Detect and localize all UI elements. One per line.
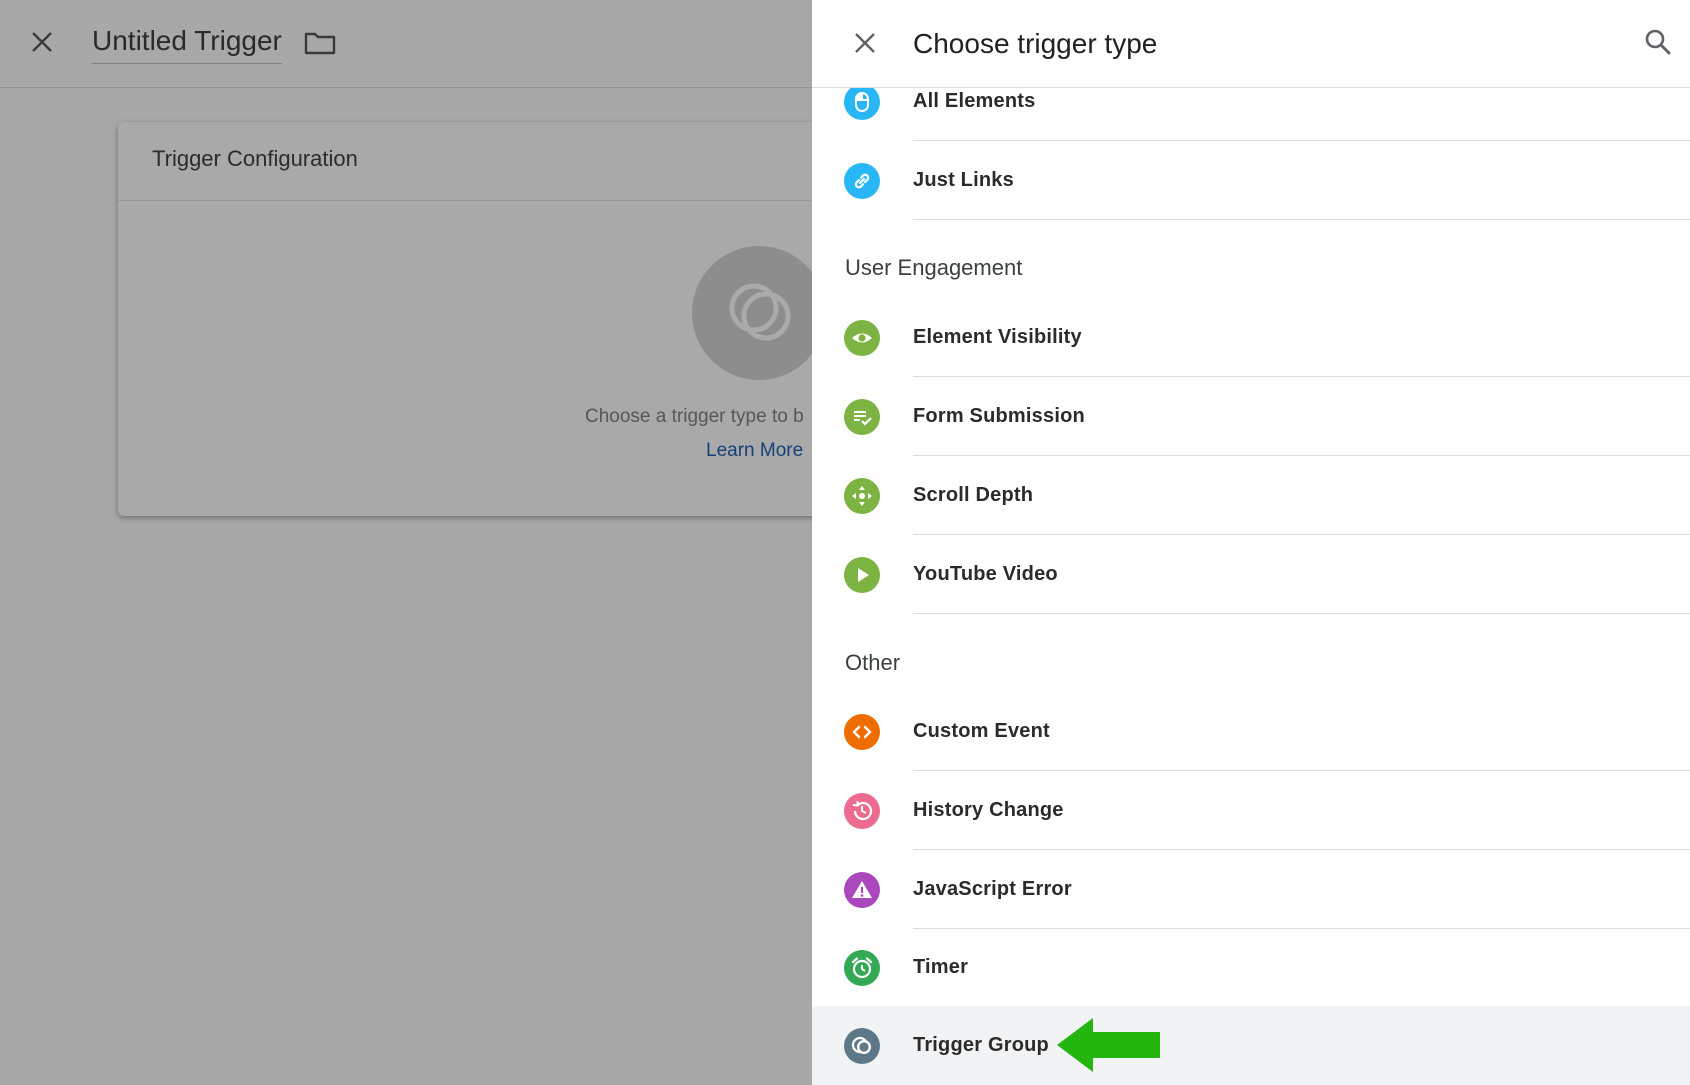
trigger-configuration-card[interactable]: Trigger Configuration Choose a trigger t… (118, 122, 838, 516)
config-divider (118, 200, 838, 201)
trigger-type-label: Timer (913, 956, 969, 978)
folder-icon[interactable] (303, 28, 337, 58)
green-arrow-annotation (1057, 1018, 1160, 1072)
trigger-type-custom-event[interactable]: Custom Event (812, 692, 1690, 771)
trigger-type-label: Element Visibility (913, 326, 1082, 348)
config-title: Trigger Configuration (152, 146, 358, 171)
item-divider (913, 613, 1690, 614)
trigger-type-trigger-group[interactable]: Trigger Group (812, 1006, 1690, 1085)
trigger-type-label: JavaScript Error (913, 878, 1072, 900)
editor-header: Untitled Trigger (0, 0, 812, 88)
trigger-editor-backdrop: Untitled Trigger Trigger Configuration C… (0, 0, 838, 1085)
trigger-type-label: History Change (913, 799, 1064, 821)
scroll-arrows-icon (844, 478, 880, 514)
trigger-type-label: Scroll Depth (913, 484, 1034, 506)
item-divider (913, 219, 1690, 220)
trigger-type-just-links[interactable]: Just Links (812, 141, 1690, 220)
section-other: Other (845, 650, 901, 675)
search-icon[interactable] (1642, 26, 1674, 58)
choose-trigger-type-panel: Choose trigger type All Elements Just Li… (812, 0, 1690, 1085)
trigger-type-label: Just Links (913, 169, 1014, 191)
trigger-type-javascript-error[interactable]: JavaScript Error (812, 850, 1690, 929)
mouse-icon (844, 84, 880, 120)
form-check-icon (844, 399, 880, 435)
trigger-type-label: All Elements (913, 90, 1036, 112)
close-editor-icon[interactable] (24, 24, 60, 60)
eye-icon (844, 320, 880, 356)
warning-icon (844, 872, 880, 908)
play-icon (844, 557, 880, 593)
alarm-icon (844, 950, 880, 986)
section-user-engagement: User Engagement (845, 255, 1023, 280)
trigger-type-form-submission[interactable]: Form Submission (812, 377, 1690, 456)
trigger-type-label: Form Submission (913, 405, 1085, 427)
panel-header: Choose trigger type (812, 0, 1690, 88)
code-icon (844, 714, 880, 750)
learn-more-link[interactable]: Learn More (706, 440, 803, 462)
trigger-name-input[interactable]: Untitled Trigger (92, 25, 282, 64)
history-icon (844, 793, 880, 829)
trigger-placeholder-icon[interactable] (692, 246, 826, 380)
trigger-type-label: Custom Event (913, 720, 1050, 742)
link-icon (844, 163, 880, 199)
trigger-type-timer[interactable]: Timer (812, 928, 1690, 1007)
close-panel-icon[interactable] (848, 26, 882, 60)
trigger-type-history-change[interactable]: History Change (812, 771, 1690, 850)
trigger-type-youtube-video[interactable]: YouTube Video (812, 535, 1690, 614)
trigger-type-label: YouTube Video (913, 563, 1058, 585)
config-hint-text: Choose a trigger type to b (585, 406, 804, 427)
trigger-group-icon (844, 1028, 880, 1064)
trigger-type-scroll-depth[interactable]: Scroll Depth (812, 456, 1690, 535)
trigger-type-label: Trigger Group (913, 1034, 1049, 1056)
trigger-type-element-visibility[interactable]: Element Visibility (812, 298, 1690, 377)
panel-title: Choose trigger type (913, 28, 1158, 59)
